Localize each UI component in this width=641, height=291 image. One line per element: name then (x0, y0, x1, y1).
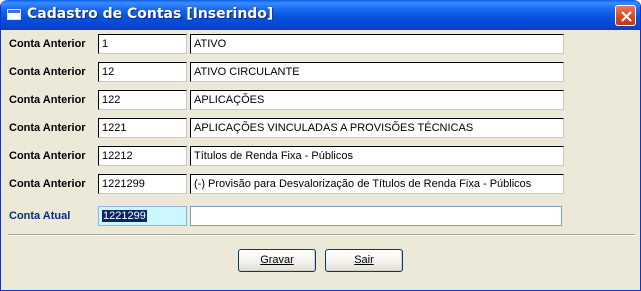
previous-account-label: Conta Anterior (9, 94, 86, 106)
previous-account-description-field[interactable]: APLICAÇÕES (190, 90, 564, 110)
separator (8, 234, 635, 236)
exit-button[interactable]: Sair (325, 249, 403, 272)
current-account-code-selection: 1221299 (102, 210, 147, 222)
previous-account-code-field[interactable]: 1 (98, 34, 187, 54)
current-account-code-input[interactable]: 1221299 (98, 206, 187, 226)
previous-account-description-field[interactable]: Títulos de Renda Fixa - Públicos (190, 146, 564, 166)
close-button[interactable] (615, 5, 636, 26)
save-button-label: Gravar (260, 254, 294, 266)
previous-account-code-field[interactable]: 12 (98, 62, 187, 82)
previous-account-label: Conta Anterior (9, 122, 86, 134)
previous-account-code-field[interactable]: 12212 (98, 146, 187, 166)
current-account-label: Conta Atual (9, 210, 71, 222)
previous-account-code-field[interactable]: 122 (98, 90, 187, 110)
previous-account-description-field[interactable]: ATIVO (190, 34, 564, 54)
previous-account-code-field[interactable]: 1221 (98, 118, 187, 138)
previous-account-label: Conta Anterior (9, 66, 86, 78)
previous-account-description-field[interactable]: ATIVO CIRCULANTE (190, 62, 564, 82)
previous-account-code-field[interactable]: 1221299 (98, 174, 187, 194)
window-icon (7, 9, 21, 20)
previous-account-label: Conta Anterior (9, 150, 86, 162)
close-icon (621, 11, 632, 22)
current-account-description-input[interactable] (190, 206, 562, 226)
title-bar[interactable]: Cadastro de Contas [Inserindo] (1, 0, 640, 30)
previous-account-label: Conta Anterior (9, 38, 86, 50)
previous-account-label: Conta Anterior (9, 178, 86, 190)
window-title: Cadastro de Contas [Inserindo] (27, 6, 274, 22)
save-button[interactable]: Gravar (238, 249, 316, 272)
previous-account-description-field[interactable]: (-) Provisão para Desvalorização de Títu… (190, 174, 564, 194)
exit-button-label: Sair (354, 254, 374, 266)
account-register-window: Cadastro de Contas [Inserindo] Conta Ant… (0, 0, 641, 291)
previous-account-description-field[interactable]: APLICAÇÕES VINCULADAS A PROVISÕES TÉCNIC… (190, 118, 564, 138)
